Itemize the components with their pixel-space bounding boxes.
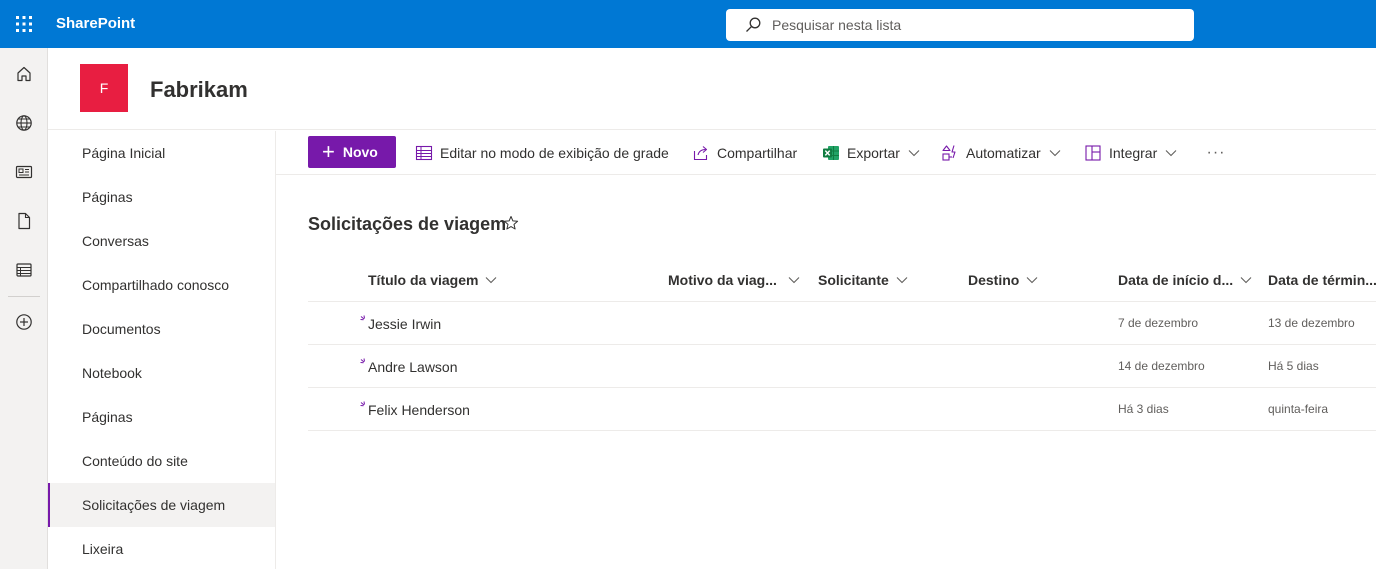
- column-header-label: Data de términ...: [1268, 272, 1376, 288]
- chevron-down-icon: [1240, 276, 1252, 284]
- more-options-button[interactable]: ···: [1204, 139, 1228, 167]
- end-date-cell: 13 de dezembro: [1268, 316, 1355, 330]
- excel-icon: [822, 144, 840, 162]
- app-launcher-button[interactable]: [0, 0, 48, 48]
- grid-icon: [415, 144, 433, 162]
- site-header: F Fabrikam: [48, 48, 1376, 130]
- integrate-label: Integrar: [1109, 145, 1158, 161]
- suite-header: SharePoint: [0, 0, 1376, 48]
- column-header-label: Solicitante: [818, 272, 889, 288]
- automate-button[interactable]: Automatizar: [941, 139, 1061, 167]
- nav-item-site-contents[interactable]: Conteúdo do site: [48, 439, 275, 483]
- news-icon: [15, 165, 33, 179]
- add-circle-icon: [16, 314, 32, 330]
- list-row[interactable]: Felix Henderson Há 3 dias quinta-feira: [308, 388, 1376, 431]
- start-date-cell: Há 3 dias: [1118, 402, 1169, 416]
- app-name-link[interactable]: SharePoint: [56, 15, 135, 32]
- share-label: Compartilhar: [717, 145, 798, 161]
- trip-title-cell[interactable]: Andre Lawson: [368, 359, 458, 375]
- column-header-start-date[interactable]: Data de início d...: [1118, 262, 1252, 298]
- new-button[interactable]: + Novo: [308, 136, 396, 168]
- nav-item-pages-2[interactable]: Páginas: [48, 395, 275, 439]
- automate-label: Automatizar: [966, 145, 1041, 161]
- nav-item-shared-with-us[interactable]: Compartilhado conosco: [48, 263, 275, 307]
- export-label: Exportar: [847, 145, 900, 161]
- news-button[interactable]: [0, 154, 48, 190]
- plus-icon: +: [322, 139, 335, 164]
- end-date-cell: quinta-feira: [1268, 402, 1329, 416]
- chevron-down-icon: [908, 149, 920, 157]
- integrate-icon: [1084, 144, 1102, 162]
- search-input[interactable]: [772, 17, 1172, 33]
- chevron-down-icon: [788, 276, 800, 284]
- create-button[interactable]: [0, 304, 48, 340]
- lists-button[interactable]: [0, 252, 48, 288]
- home-icon: [17, 66, 31, 82]
- chevron-down-icon: [896, 276, 908, 284]
- new-button-label: Novo: [342, 144, 378, 160]
- chevron-down-icon: [1026, 276, 1038, 284]
- appbar-divider: [8, 296, 40, 297]
- trip-title-cell[interactable]: Jessie Irwin: [368, 316, 441, 332]
- start-date-cell: 7 de dezembro: [1118, 316, 1199, 330]
- sites-button[interactable]: [0, 105, 48, 141]
- left-navigation: Página Inicial Páginas Conversas Compart…: [48, 131, 276, 569]
- column-header-end-date[interactable]: Data de términ...: [1268, 262, 1376, 298]
- nav-item-conversations[interactable]: Conversas: [48, 219, 275, 263]
- waffle-icon: [16, 16, 32, 32]
- chevron-down-icon: [485, 276, 497, 284]
- lists-icon: [16, 263, 32, 277]
- files-button[interactable]: [0, 203, 48, 239]
- share-button[interactable]: Compartilhar: [692, 139, 797, 167]
- start-date-cell: 14 de dezembro: [1118, 359, 1205, 373]
- document-icon: [18, 212, 31, 230]
- nav-item-travel-requests[interactable]: Solicitações de viagem: [48, 483, 275, 527]
- column-header-label: Data de início d...: [1118, 272, 1234, 288]
- edit-grid-view-button[interactable]: Editar no modo de exibição de grade: [415, 139, 669, 167]
- chevron-down-icon: [1049, 149, 1061, 157]
- column-header-destination[interactable]: Destino: [968, 262, 1038, 298]
- column-header-trip-reason[interactable]: Motivo da viag...: [668, 262, 800, 298]
- trip-title-cell[interactable]: Felix Henderson: [368, 402, 470, 418]
- share-icon: [692, 144, 710, 162]
- search-box[interactable]: [726, 9, 1194, 41]
- automate-icon: [941, 144, 959, 162]
- chevron-down-icon: [1165, 149, 1177, 157]
- list-row[interactable]: Andre Lawson 14 de dezembro Há 5 dias: [308, 345, 1376, 388]
- nav-item-recycle-bin[interactable]: Lixeira: [48, 527, 275, 571]
- export-button[interactable]: Exportar: [822, 139, 920, 167]
- app-bar: [0, 48, 48, 569]
- column-header-label: Motivo da viag...: [668, 272, 777, 288]
- globe-icon: [16, 115, 32, 131]
- column-header-trip-title[interactable]: Título da viagem: [368, 262, 497, 298]
- favorite-star-icon[interactable]: [503, 215, 519, 236]
- integrate-button[interactable]: Integrar: [1084, 139, 1177, 167]
- home-button[interactable]: [0, 56, 48, 92]
- list-title: Solicitações de viagem: [308, 214, 507, 234]
- search-icon: [746, 17, 761, 32]
- nav-item-notebook[interactable]: Notebook: [48, 351, 275, 395]
- end-date-cell: Há 5 dias: [1268, 359, 1319, 373]
- edit-grid-view-label: Editar no modo de exibição de grade: [440, 145, 669, 161]
- column-header-requester[interactable]: Solicitante: [818, 262, 908, 298]
- nav-item-pages[interactable]: Páginas: [48, 175, 275, 219]
- command-bar: + Novo Editar no modo de exibição de gra…: [276, 131, 1376, 175]
- column-header-label: Título da viagem: [368, 272, 479, 288]
- nav-item-documents[interactable]: Documentos: [48, 307, 275, 351]
- list-row[interactable]: Jessie Irwin 7 de dezembro 13 de dezembr…: [308, 302, 1376, 345]
- column-header-label: Destino: [968, 272, 1020, 288]
- nav-item-home[interactable]: Página Inicial: [48, 131, 275, 175]
- site-title[interactable]: Fabrikam: [150, 77, 248, 103]
- site-logo[interactable]: F: [80, 64, 128, 112]
